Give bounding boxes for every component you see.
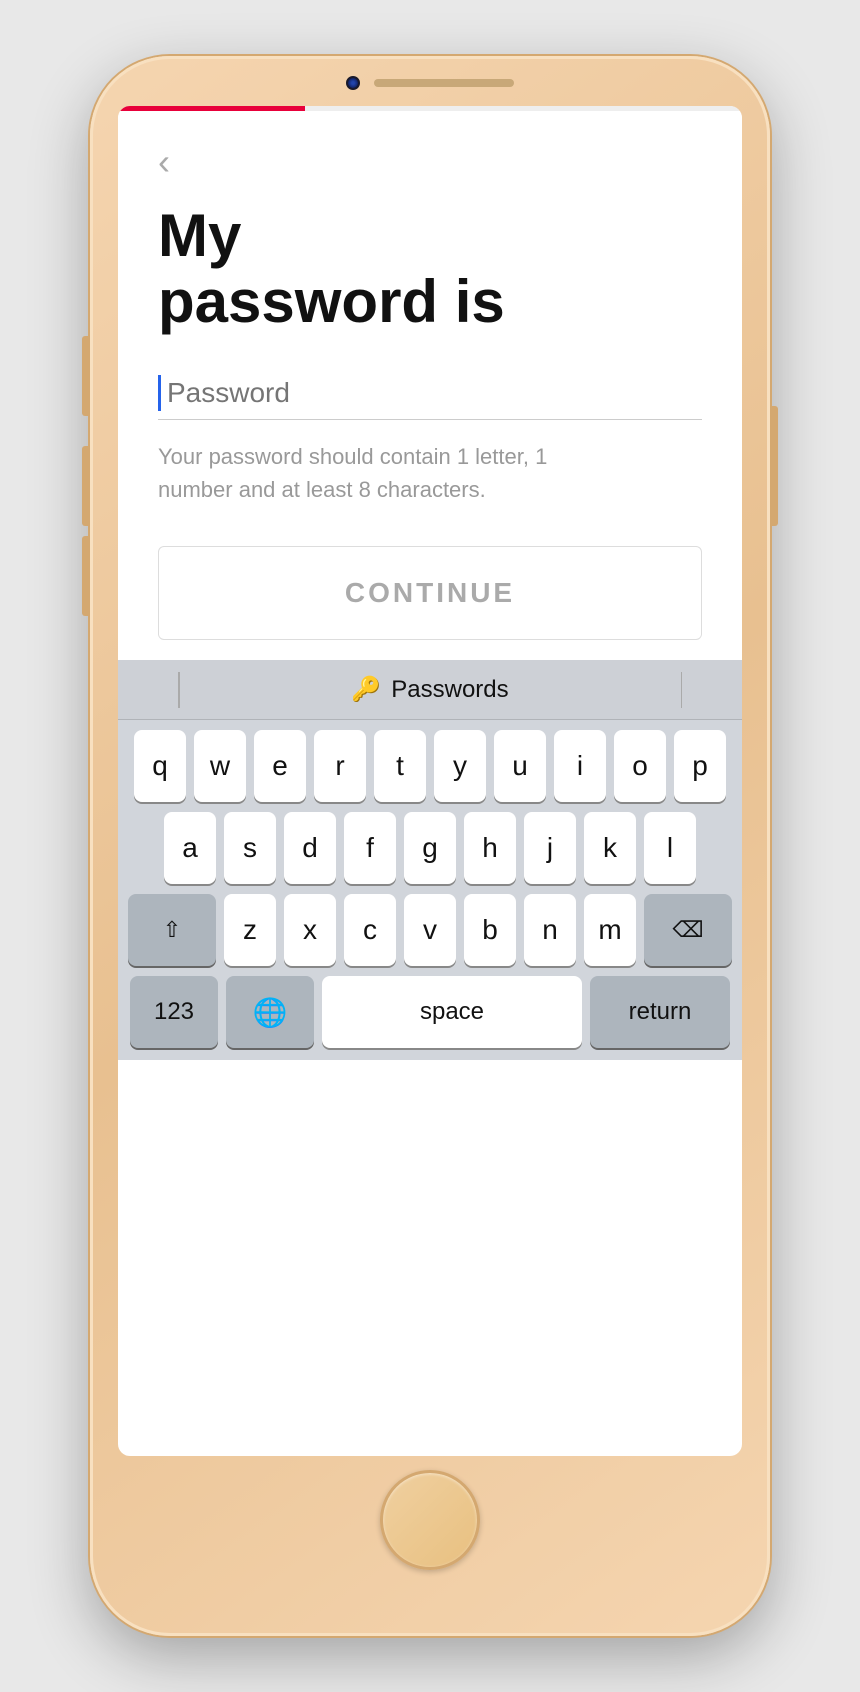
key-s[interactable]: s	[224, 812, 276, 884]
key-row-bottom: 123 🌐 space return	[124, 976, 736, 1048]
key-row-3: ⇧ z x c v b n m ⌫	[124, 894, 736, 966]
key-z[interactable]: z	[224, 894, 276, 966]
globe-key[interactable]: 🌐	[226, 976, 314, 1048]
phone-shell: ‹ My password is Your password should co…	[0, 0, 860, 1692]
key-h[interactable]: h	[464, 812, 516, 884]
toolbar-divider-right	[681, 672, 683, 708]
key-k[interactable]: k	[584, 812, 636, 884]
password-hint: Your password should contain 1 letter, 1…	[158, 440, 558, 506]
key-a[interactable]: a	[164, 812, 216, 884]
password-input-area[interactable]	[158, 375, 702, 420]
front-camera-icon	[346, 76, 360, 90]
home-button[interactable]	[380, 1470, 480, 1570]
key-w[interactable]: w	[194, 730, 246, 802]
screen-wrapper: ‹ My password is Your password should co…	[118, 106, 742, 1456]
keyboard-area: 🔑 Passwords q w e r t y u i	[118, 660, 742, 1060]
key-y[interactable]: y	[434, 730, 486, 802]
delete-key[interactable]: ⌫	[644, 894, 732, 966]
key-u[interactable]: u	[494, 730, 546, 802]
space-key[interactable]: space	[322, 976, 582, 1048]
phone-frame: ‹ My password is Your password should co…	[90, 56, 770, 1636]
continue-button[interactable]: CONTINUE	[158, 546, 702, 640]
key-e[interactable]: e	[254, 730, 306, 802]
key-i[interactable]: i	[554, 730, 606, 802]
speaker-bar	[374, 79, 514, 87]
back-button[interactable]: ‹	[158, 141, 170, 183]
phone-bottom	[380, 1470, 480, 1570]
toolbar-divider-left	[178, 672, 180, 708]
app-content: ‹ My password is Your password should co…	[118, 111, 742, 660]
progress-bar-fill	[118, 106, 305, 111]
progress-bar-container	[118, 106, 742, 111]
key-n[interactable]: n	[524, 894, 576, 966]
key-t[interactable]: t	[374, 730, 426, 802]
key-o[interactable]: o	[614, 730, 666, 802]
page-title: My password is	[158, 203, 702, 335]
camera-area	[346, 76, 514, 90]
key-x[interactable]: x	[284, 894, 336, 966]
key-j[interactable]: j	[524, 812, 576, 884]
phone-top	[90, 56, 770, 96]
key-f[interactable]: f	[344, 812, 396, 884]
key-m[interactable]: m	[584, 894, 636, 966]
key-l[interactable]: l	[644, 812, 696, 884]
num-key[interactable]: 123	[130, 976, 218, 1048]
key-d[interactable]: d	[284, 812, 336, 884]
key-row-1: q w e r t y u i o p	[124, 730, 736, 802]
key-icon: 🔑	[351, 675, 381, 704]
passwords-label: 🔑 Passwords	[351, 675, 508, 704]
password-input[interactable]	[167, 377, 702, 409]
key-g[interactable]: g	[404, 812, 456, 884]
key-c[interactable]: c	[344, 894, 396, 966]
key-v[interactable]: v	[404, 894, 456, 966]
return-key[interactable]: return	[590, 976, 730, 1048]
key-q[interactable]: q	[134, 730, 186, 802]
key-p[interactable]: p	[674, 730, 726, 802]
cursor-bar	[158, 375, 161, 411]
keyboard-toolbar: 🔑 Passwords	[118, 660, 742, 720]
key-b[interactable]: b	[464, 894, 516, 966]
passwords-text: Passwords	[391, 676, 508, 704]
key-row-2: a s d f g h j k l	[124, 812, 736, 884]
shift-key[interactable]: ⇧	[128, 894, 216, 966]
keyboard-rows: q w e r t y u i o p a s	[118, 720, 742, 1060]
key-r[interactable]: r	[314, 730, 366, 802]
